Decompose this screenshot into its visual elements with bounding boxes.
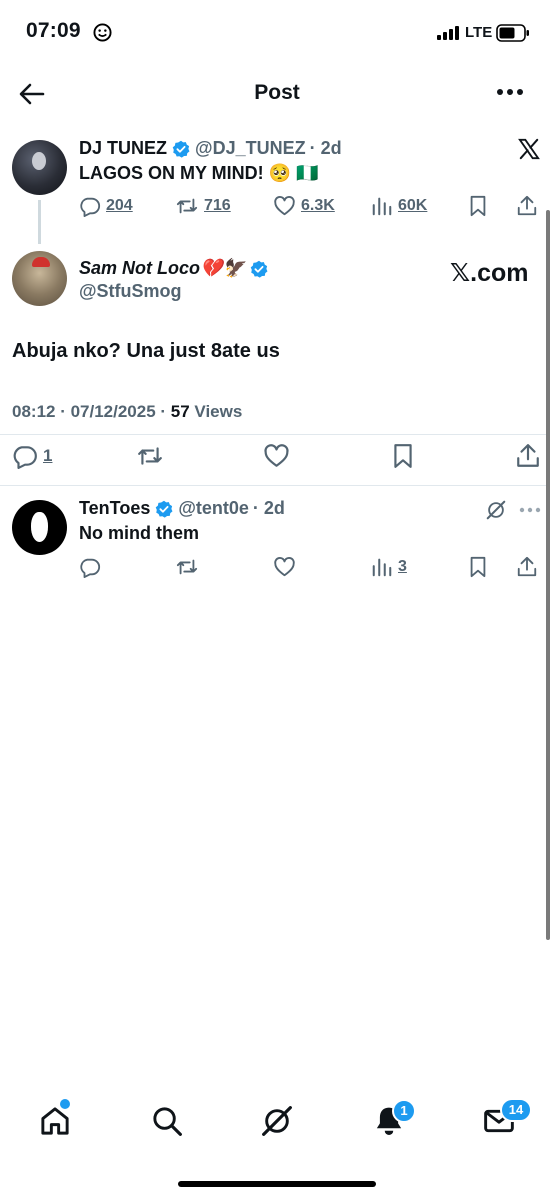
- retweet-icon: [138, 447, 162, 465]
- reply-icon: [13, 446, 37, 469]
- x-logo-icon: [518, 138, 540, 160]
- xcom-link[interactable]: 𝕏.com: [450, 258, 529, 288]
- divider: [0, 485, 548, 486]
- main-author-handle[interactable]: @StfuSmog: [79, 281, 182, 302]
- main-tweet-text: Abuja nko? Una just 8ate us: [12, 340, 280, 362]
- main-tweet-avatar[interactable]: [12, 251, 67, 306]
- parent-share-button[interactable]: [516, 195, 538, 217]
- main-tweet-meta: 08:12 · 07/12/2025 · 57 Views: [12, 402, 242, 422]
- main-tweet-views-count: 57: [170, 402, 190, 421]
- share-icon: [517, 556, 537, 577]
- parent-like-button[interactable]: 6.3K: [273, 195, 335, 217]
- bottom-navigation: [0, 1090, 554, 1150]
- main-tweet-views-label: Views: [189, 402, 243, 421]
- scrollbar[interactable]: [546, 210, 550, 940]
- reply-header: TenToes @tent0e · 2d: [79, 498, 285, 519]
- smiley-icon: [93, 23, 112, 42]
- parent-tweet-text: LAGOS ON MY MIND! 🥺 🇳🇬: [79, 163, 319, 183]
- views-chart-icon: [372, 197, 392, 216]
- parent-author-handle[interactable]: @DJ_TUNEZ: [195, 138, 306, 159]
- parent-bookmark-button[interactable]: [467, 195, 489, 217]
- reply-icon: [80, 558, 101, 578]
- network-type: LTE: [465, 24, 493, 41]
- main-retweet-button[interactable]: [136, 443, 164, 469]
- status-bar: 07:09 LTE: [0, 0, 554, 66]
- parent-like-count: 6.3K: [301, 197, 335, 214]
- reply-author-handle[interactable]: @tent0e: [178, 498, 249, 519]
- reply-like-button[interactable]: [273, 556, 296, 578]
- thread-connector: [38, 200, 41, 244]
- parent-views-button[interactable]: 60K: [371, 195, 427, 217]
- main-tweet-handle-row: @StfuSmog: [79, 281, 182, 302]
- views-chart-icon: [372, 558, 392, 577]
- home-unread-dot: [60, 1099, 70, 1109]
- bookmark-icon: [394, 444, 412, 468]
- heart-icon: [274, 557, 295, 577]
- heart-icon: [264, 444, 289, 467]
- parent-tweet-age: · 2d: [309, 138, 342, 158]
- battery-icon: [496, 24, 530, 42]
- main-tweet-author: Sam Not Loco💔🦅: [79, 258, 273, 279]
- reply-bookmark-button[interactable]: [467, 556, 489, 578]
- main-reply-count: 1: [43, 446, 53, 465]
- parent-tweet-header: DJ TUNEZ @DJ_TUNEZ · 2d: [79, 138, 342, 159]
- page-title: Post: [254, 81, 300, 104]
- retweet-icon: [176, 559, 198, 575]
- parent-tweet-avatar[interactable]: [12, 140, 67, 195]
- parent-reply-count: 204: [106, 197, 133, 214]
- reply-text: No mind them: [79, 523, 199, 543]
- parent-reply-button[interactable]: 204: [79, 195, 133, 217]
- verified-badge-icon: [250, 260, 268, 278]
- parent-views-count: 60K: [398, 197, 428, 214]
- reply-more-icon[interactable]: [519, 507, 541, 513]
- verified-badge-icon: [155, 500, 173, 518]
- parent-retweet-button[interactable]: 716: [175, 195, 231, 217]
- reply-views-button[interactable]: 3: [371, 556, 407, 578]
- main-share-button[interactable]: [515, 443, 541, 469]
- reply-reply-button[interactable]: [79, 556, 101, 578]
- main-bookmark-button[interactable]: [390, 443, 416, 469]
- verified-badge-icon: [172, 140, 190, 158]
- more-options-icon[interactable]: [496, 88, 528, 100]
- share-icon: [517, 195, 537, 216]
- reply-avatar[interactable]: [12, 500, 67, 555]
- main-author-name[interactable]: Sam Not Loco💔🦅: [79, 258, 245, 279]
- grok-icon[interactable]: [485, 499, 507, 521]
- reply-age: · 2d: [252, 498, 285, 518]
- divider: [0, 434, 548, 435]
- home-icon[interactable]: [38, 1104, 72, 1138]
- reply-icon: [80, 197, 101, 217]
- parent-retweet-count: 716: [204, 197, 231, 214]
- retweet-icon: [176, 198, 198, 214]
- messages-badge: 14: [500, 1098, 532, 1122]
- home-indicator: [178, 1181, 376, 1187]
- main-like-button[interactable]: [263, 443, 290, 469]
- notifications-badge: 1: [392, 1099, 416, 1123]
- status-time: 07:09: [26, 19, 81, 42]
- parent-author-name[interactable]: DJ TUNEZ: [79, 138, 167, 159]
- main-reply-button[interactable]: 1: [12, 443, 52, 469]
- bookmark-icon: [470, 195, 486, 217]
- grok-nav-icon[interactable]: [260, 1104, 294, 1138]
- bookmark-icon: [470, 556, 486, 578]
- reply-views-count: 3: [398, 558, 407, 575]
- heart-icon: [274, 196, 295, 216]
- search-icon[interactable]: [150, 1104, 184, 1138]
- reply-retweet-button[interactable]: [175, 556, 199, 578]
- top-bar: Post: [0, 66, 554, 122]
- reply-author-name[interactable]: TenToes: [79, 498, 150, 519]
- main-tweet-timestamp[interactable]: 08:12 · 07/12/2025 ·: [12, 402, 171, 421]
- reply-share-button[interactable]: [516, 556, 538, 578]
- share-icon: [517, 444, 539, 467]
- signal-icon: [437, 26, 459, 40]
